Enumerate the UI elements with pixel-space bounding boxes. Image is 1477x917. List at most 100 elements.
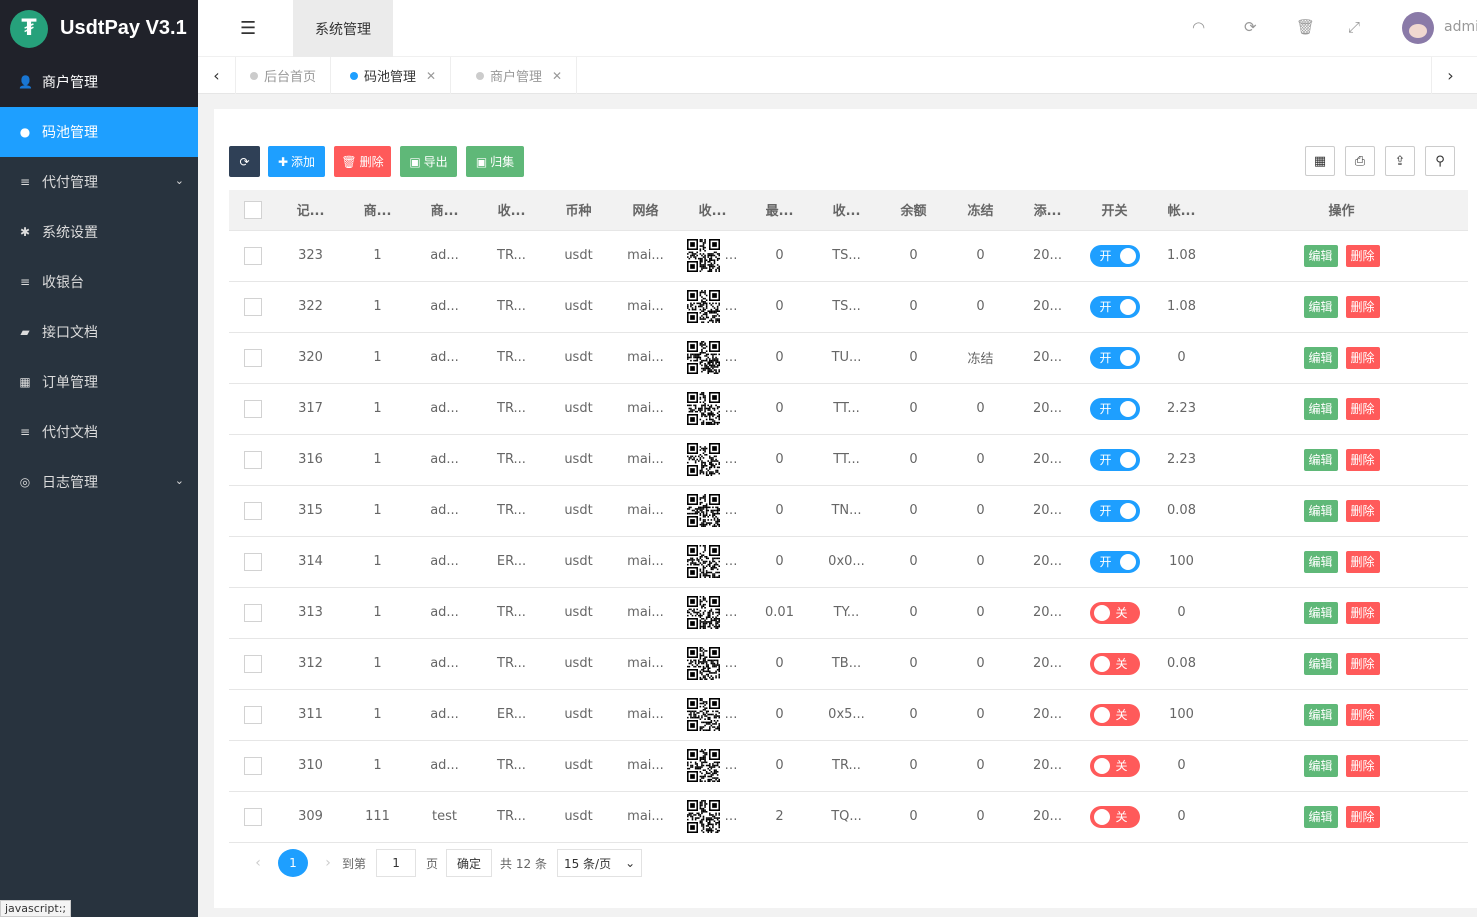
column-header[interactable]: 商...	[344, 190, 411, 231]
row-checkbox[interactable]	[244, 297, 262, 316]
search-icon[interactable]: ⚲	[1425, 146, 1455, 176]
delete-row-button[interactable]: 删除	[1345, 652, 1380, 675]
row-checkbox[interactable]	[244, 756, 262, 775]
refresh-icon[interactable]: ⟳	[1244, 18, 1257, 36]
status-toggle[interactable]: 开	[1089, 346, 1140, 369]
edit-button[interactable]: 编辑	[1303, 805, 1338, 828]
delete-row-button[interactable]: 删除	[1345, 448, 1380, 471]
column-header[interactable]: 收...	[813, 190, 880, 231]
sidebar-item-3[interactable]: ✱ 系统设置	[0, 207, 198, 257]
next-page-icon[interactable]: ›	[314, 855, 342, 871]
delete-row-button[interactable]: 删除	[1345, 244, 1380, 267]
status-toggle[interactable]: 开	[1089, 295, 1140, 318]
delete-row-button[interactable]: 删除	[1345, 550, 1380, 573]
qr-code-icon[interactable]	[687, 443, 721, 476]
qr-code-icon[interactable]	[687, 749, 721, 782]
delete-row-button[interactable]: 删除	[1345, 754, 1380, 777]
sidebar-item-4[interactable]: ≡ 收银台	[0, 257, 198, 307]
page-size-select[interactable]: 15 条/页 ⌄	[556, 849, 643, 877]
row-checkbox[interactable]	[244, 348, 262, 367]
row-checkbox[interactable]	[244, 603, 262, 622]
status-toggle[interactable]: 开	[1089, 448, 1140, 471]
add-button[interactable]: ✚ 添加	[268, 146, 325, 177]
edit-button[interactable]: 编辑	[1303, 703, 1338, 726]
delete-row-button[interactable]: 删除	[1345, 397, 1380, 420]
fullscreen-icon[interactable]: ⤢	[1348, 18, 1360, 36]
row-checkbox[interactable]	[244, 705, 262, 724]
qr-code-icon[interactable]	[687, 545, 721, 578]
column-header[interactable]: 币种	[545, 190, 612, 231]
refresh-button[interactable]: ⟳	[229, 146, 260, 177]
column-header[interactable]: 操作	[1215, 190, 1468, 231]
qr-code-icon[interactable]	[687, 494, 721, 527]
column-header[interactable]: 记...	[277, 190, 344, 231]
columns-icon[interactable]: ▦	[1305, 146, 1335, 176]
print-icon[interactable]: ⎙	[1345, 146, 1375, 176]
confirm-button[interactable]: 确定	[446, 849, 493, 877]
close-icon[interactable]: ✕	[552, 69, 562, 83]
page-current[interactable]: 1	[278, 849, 308, 877]
menu-toggle-icon[interactable]: ☰	[240, 18, 256, 39]
delete-row-button[interactable]: 删除	[1345, 601, 1380, 624]
tab-merchant[interactable]: 商户管理 ✕	[462, 57, 578, 94]
select-all-checkbox[interactable]	[244, 200, 262, 219]
status-toggle[interactable]: 开	[1089, 397, 1140, 420]
column-header[interactable]: 收...	[478, 190, 545, 231]
row-checkbox[interactable]	[244, 654, 262, 673]
qr-code-icon[interactable]	[687, 239, 721, 272]
column-header[interactable]: 商...	[411, 190, 478, 231]
sidebar-item-5[interactable]: ▰ 接口文档	[0, 307, 198, 357]
qr-code-icon[interactable]	[687, 290, 721, 323]
edit-button[interactable]: 编辑	[1303, 754, 1338, 777]
sidebar-item-6[interactable]: ▦ 订单管理	[0, 357, 198, 407]
trash-icon[interactable]: 🗑	[1296, 18, 1315, 36]
status-toggle[interactable]: 关	[1089, 754, 1140, 777]
column-header[interactable]: 网络	[612, 190, 679, 231]
avatar[interactable]	[1402, 12, 1434, 44]
qr-code-icon[interactable]	[687, 698, 721, 731]
sidebar-item-7[interactable]: ≡ 代付文档	[0, 407, 198, 457]
column-header[interactable]: 收...	[679, 190, 746, 231]
delete-row-button[interactable]: 删除	[1345, 805, 1380, 828]
row-checkbox[interactable]	[244, 399, 262, 418]
status-toggle[interactable]: 开	[1089, 499, 1140, 522]
tab-code-pool[interactable]: 码池管理 ✕	[336, 57, 452, 94]
qr-code-icon[interactable]	[687, 647, 721, 680]
sidebar-item-8[interactable]: ◎ 日志管理 ⌄	[0, 457, 198, 507]
qr-code-icon[interactable]	[687, 800, 721, 833]
status-toggle[interactable]: 开	[1089, 244, 1140, 267]
row-checkbox[interactable]	[244, 450, 262, 469]
tab-home[interactable]: 后台首页	[236, 57, 332, 94]
page-input[interactable]: 1	[376, 849, 417, 877]
edit-button[interactable]: 编辑	[1303, 397, 1338, 420]
column-header[interactable]: 添...	[1014, 190, 1081, 231]
collect-button[interactable]: ▣ 归集	[466, 146, 524, 177]
column-header[interactable]: 开关	[1081, 190, 1148, 231]
qr-code-icon[interactable]	[687, 596, 721, 629]
status-toggle[interactable]: 关	[1089, 601, 1140, 624]
tab-next-icon[interactable]: ›	[1431, 57, 1469, 94]
column-header[interactable]: 最...	[746, 190, 813, 231]
edit-button[interactable]: 编辑	[1303, 346, 1338, 369]
delete-row-button[interactable]: 删除	[1345, 346, 1380, 369]
status-toggle[interactable]: 开	[1089, 550, 1140, 573]
edit-button[interactable]: 编辑	[1303, 601, 1338, 624]
delete-row-button[interactable]: 删除	[1345, 499, 1380, 522]
edit-button[interactable]: 编辑	[1303, 448, 1338, 471]
column-header[interactable]: 余额	[880, 190, 947, 231]
sidebar-item-0[interactable]: 👤 商户管理	[0, 57, 198, 107]
prev-page-icon[interactable]: ‹	[244, 855, 272, 871]
edit-button[interactable]: 编辑	[1303, 244, 1338, 267]
row-checkbox[interactable]	[244, 501, 262, 520]
wifi-icon[interactable]: ◠	[1192, 18, 1205, 36]
edit-button[interactable]: 编辑	[1303, 652, 1338, 675]
sidebar-item-1[interactable]: ● 码池管理	[0, 107, 198, 157]
edit-button[interactable]: 编辑	[1303, 499, 1338, 522]
qr-code-icon[interactable]	[687, 341, 721, 374]
column-header[interactable]: 冻结	[947, 190, 1014, 231]
qr-code-icon[interactable]	[687, 392, 721, 425]
header-tab[interactable]: 系统管理	[293, 0, 393, 57]
edit-button[interactable]: 编辑	[1303, 295, 1338, 318]
tab-prev-icon[interactable]: ‹	[198, 57, 236, 94]
status-toggle[interactable]: 关	[1089, 703, 1140, 726]
